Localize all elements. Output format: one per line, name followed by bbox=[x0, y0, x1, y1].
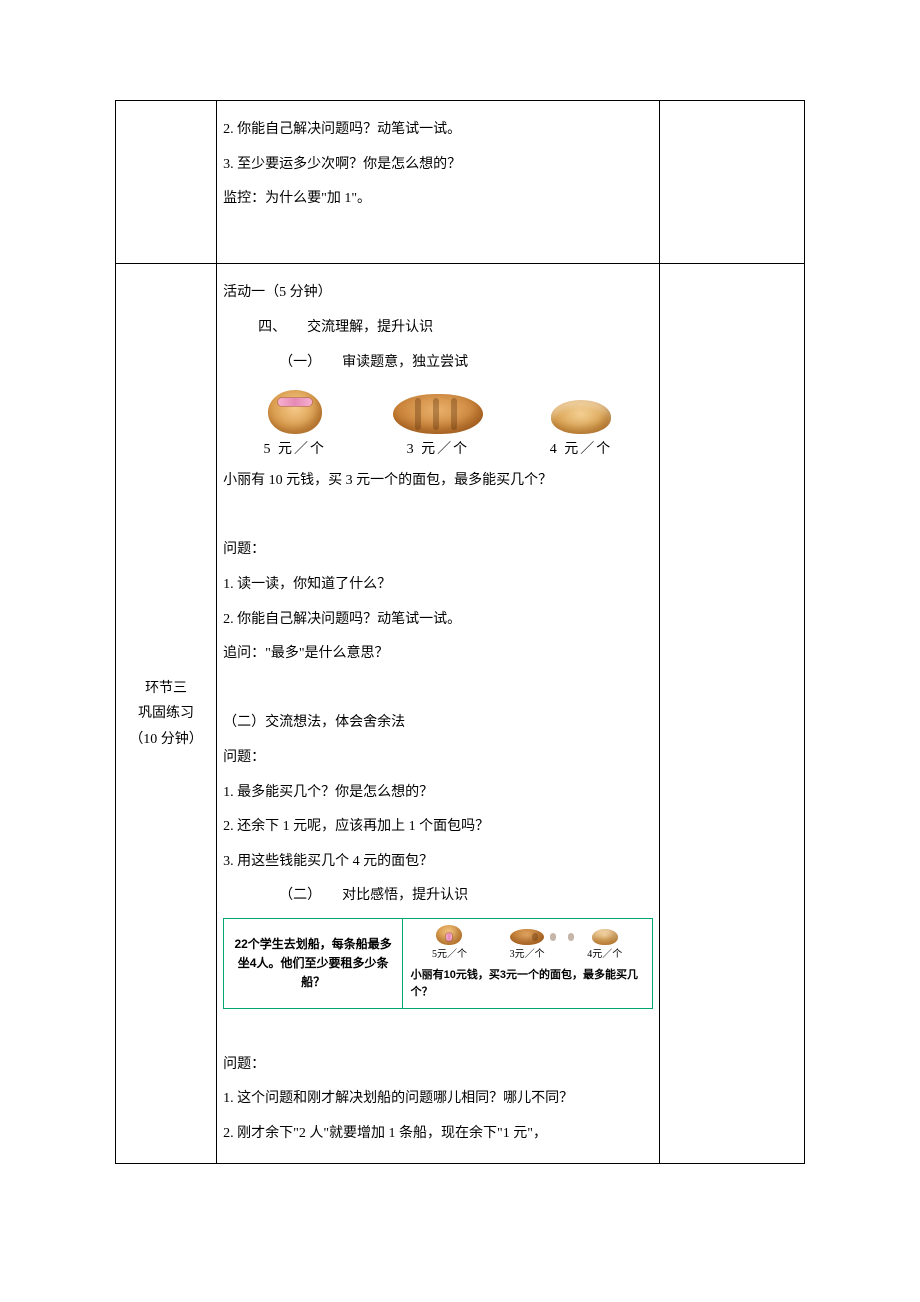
problem-statement: 小丽有 10 元钱，买 3 元一个的面包，最多能买几个？ bbox=[223, 468, 652, 495]
question-heading: 问题： bbox=[223, 745, 652, 772]
bread-item-bun: 5 元／个 bbox=[223, 390, 366, 458]
stage-cell-3: 环节三 巩固练习 （10 分钟） bbox=[116, 264, 217, 1164]
price-label: 4 元／个 bbox=[550, 442, 613, 457]
question-item: 1. 读一读，你知道了什么？ bbox=[223, 572, 652, 599]
compare-right-question: 小丽有10元钱，买3元一个的面包，最多能买几个？ bbox=[411, 967, 644, 1002]
stage-name: 环节三 bbox=[122, 676, 210, 701]
subsection-heading: （二）交流想法，体会舍余法 bbox=[223, 710, 652, 737]
content-cell-prev: 2. 你能自己解决问题吗？动笔试一试。 3. 至少要运多少次啊？你是怎么想的？ … bbox=[217, 101, 659, 264]
compare-box: 22个学生去划船，每条船最多 坐4人。他们至少要租多少条船？ 5元／个 3元／个 bbox=[223, 918, 652, 1009]
loaf-icon bbox=[510, 929, 544, 945]
section-heading: 四、 交流理解，提升认识 bbox=[223, 315, 652, 342]
price-label: 5 元／个 bbox=[263, 442, 326, 457]
compare-left-text: 22个学生去划船，每条船最多 bbox=[234, 935, 391, 954]
text-line: 3. 至少要运多少次啊？你是怎么想的？ bbox=[223, 152, 652, 179]
stage-subname: 巩固练习 bbox=[122, 701, 210, 726]
content-cell-3: 活动一（5 分钟） 四、 交流理解，提升认识 （一） 审读题意，独立尝试 5 元… bbox=[217, 264, 659, 1164]
price-label: 5元／个 bbox=[432, 947, 467, 963]
price-label: 3元／个 bbox=[510, 947, 545, 963]
activity-title: 活动一（5 分钟） bbox=[223, 280, 652, 307]
notes-cell-prev bbox=[659, 101, 804, 264]
followup: 追问："最多"是什么意思？ bbox=[223, 641, 652, 668]
question-item: 2. 你能自己解决问题吗？动笔试一试。 bbox=[223, 607, 652, 634]
price-label: 3 元／个 bbox=[407, 442, 470, 457]
mini-loaf: 3元／个 bbox=[510, 929, 545, 963]
question-item: 2. 刚才余下"2 人"就要增加 1 条船，现在余下"1 元"， bbox=[223, 1121, 652, 1148]
mini-bun: 5元／个 bbox=[432, 925, 467, 963]
question-item: 1. 最多能买几个？你是怎么想的？ bbox=[223, 780, 652, 807]
cookie-icon bbox=[551, 400, 611, 434]
bread-item-loaf: 3 元／个 bbox=[366, 394, 509, 458]
bun-icon bbox=[268, 390, 322, 434]
text-line: 2. 你能自己解决问题吗？动笔试一试。 bbox=[223, 117, 652, 144]
question-heading: 问题： bbox=[223, 537, 652, 564]
question-item: 1. 这个问题和刚才解决划船的问题哪儿相同？哪儿不同？ bbox=[223, 1086, 652, 1113]
bun-icon bbox=[436, 925, 462, 945]
mini-cookie: 4元／个 bbox=[587, 929, 622, 963]
text-line: 监控：为什么要"加 1"。 bbox=[223, 186, 652, 213]
notes-cell-3 bbox=[659, 264, 804, 1164]
compare-left: 22个学生去划船，每条船最多 坐4人。他们至少要租多少条船？ bbox=[223, 918, 403, 1009]
bread-item-cookie: 4 元／个 bbox=[509, 400, 652, 458]
spacer bbox=[223, 676, 652, 703]
spacer bbox=[223, 221, 652, 248]
subsection-heading: （一） 审读题意，独立尝试 bbox=[223, 350, 652, 377]
table-row: 环节三 巩固练习 （10 分钟） 活动一（5 分钟） 四、 交流理解，提升认识 … bbox=[116, 264, 805, 1164]
question-heading: 问题： bbox=[223, 1052, 652, 1079]
mini-bread-row: 5元／个 3元／个 4元／个 bbox=[411, 925, 644, 963]
spacer bbox=[223, 503, 652, 530]
table-row: 2. 你能自己解决问题吗？动笔试一试。 3. 至少要运多少次啊？你是怎么想的？ … bbox=[116, 101, 805, 264]
subsection-heading: （二） 对比感悟，提升认识 bbox=[223, 883, 652, 910]
compare-right: 5元／个 3元／个 4元／个 小丽有10元钱，买3元一个的面包，最多能买几个？ bbox=[402, 918, 653, 1009]
bread-price-row: 5 元／个 3 元／个 4 元／个 bbox=[223, 384, 652, 460]
stage-cell-prev bbox=[116, 101, 217, 264]
stage-duration: （10 分钟） bbox=[122, 727, 210, 752]
compare-left-text: 坐4人。他们至少要租多少条船？ bbox=[232, 954, 394, 992]
cookie-icon bbox=[592, 929, 618, 945]
question-item: 2. 还余下 1 元呢，应该再加上 1 个面包吗？ bbox=[223, 814, 652, 841]
question-item: 3. 用这些钱能买几个 4 元的面包？ bbox=[223, 849, 652, 876]
price-label: 4元／个 bbox=[587, 947, 622, 963]
spacer bbox=[223, 1017, 652, 1044]
loaf-icon bbox=[393, 394, 483, 434]
